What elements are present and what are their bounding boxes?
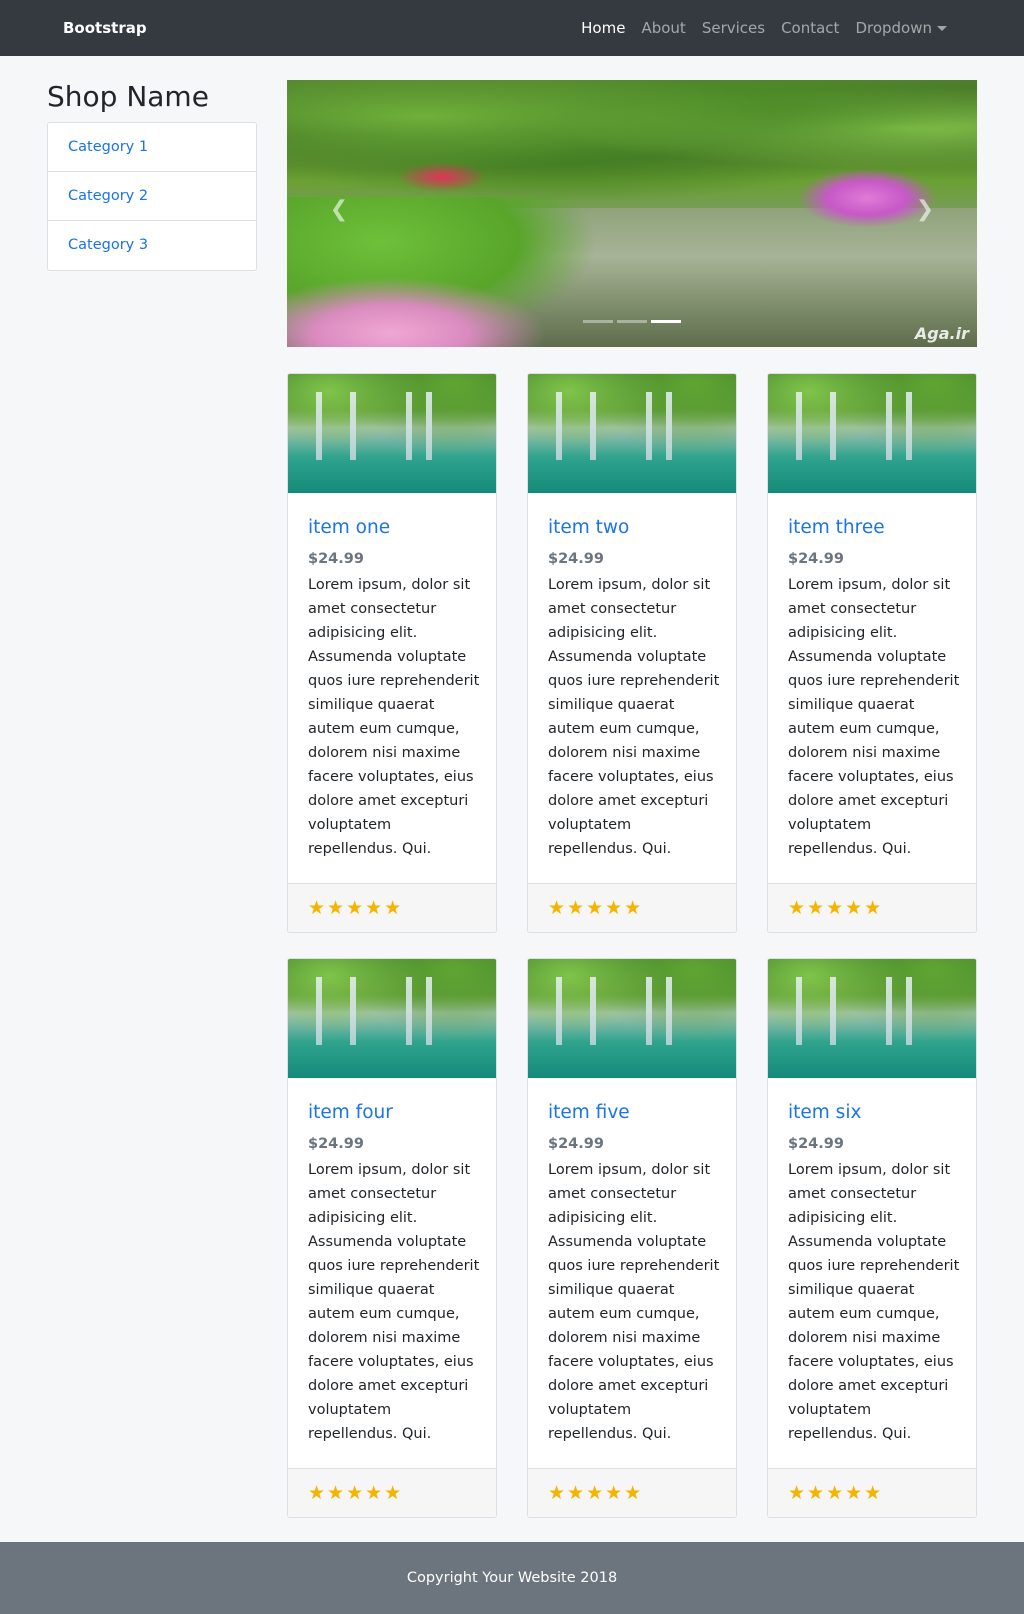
- category-list: Category 1 Category 2 Category 3: [47, 122, 257, 271]
- product-card: item six $24.99 Lorem ipsum, dolor sit a…: [767, 958, 977, 1518]
- card-body: item two $24.99 Lorem ipsum, dolor sit a…: [528, 493, 736, 861]
- waterfall-detail: [316, 392, 322, 460]
- product-title[interactable]: item five: [548, 1102, 716, 1126]
- waterfall-detail: [350, 392, 356, 460]
- waterfall-detail: [906, 392, 912, 460]
- carousel-image-flowers: [397, 162, 487, 192]
- waterfall-detail: [350, 977, 356, 1045]
- card-body: item four $24.99 Lorem ipsum, dolor sit …: [288, 1078, 496, 1446]
- waterfall-detail: [590, 392, 596, 460]
- waterfall-detail: [886, 392, 892, 460]
- category-item-1[interactable]: Category 1: [48, 123, 256, 172]
- waterfall-detail: [426, 392, 432, 460]
- card-footer: ★★★★★: [288, 1468, 496, 1517]
- product-description: Lorem ipsum, dolor sit amet consectetur …: [308, 1162, 480, 1442]
- product-card: item three $24.99 Lorem ipsum, dolor sit…: [767, 373, 977, 933]
- product-price: $24.99: [308, 551, 364, 567]
- waterfall-detail: [666, 977, 672, 1045]
- product-description: Lorem ipsum, dolor sit amet consectetur …: [548, 1162, 720, 1442]
- product-description: Lorem ipsum, dolor sit amet consectetur …: [548, 577, 720, 857]
- waterfall-detail: [556, 392, 562, 460]
- product-title[interactable]: item two: [548, 517, 716, 541]
- product-image[interactable]: [288, 959, 496, 1078]
- navbar-brand[interactable]: Bootstrap: [63, 19, 147, 37]
- waterfall-detail: [590, 977, 596, 1045]
- waterfall-detail: [830, 392, 836, 460]
- carousel-image-flowers: [287, 277, 547, 347]
- waterfall-detail: [906, 977, 912, 1045]
- product-image[interactable]: [528, 374, 736, 493]
- product-price: $24.99: [308, 1136, 364, 1152]
- site-footer: Copyright Your Website 2018: [0, 1542, 1024, 1614]
- product-title[interactable]: item three: [788, 517, 956, 541]
- nav-links: Home About Services Contact Dropdown: [573, 0, 955, 56]
- product-price: $24.99: [788, 551, 844, 567]
- card-footer: ★★★★★: [768, 1468, 976, 1517]
- carousel-indicator-1[interactable]: [583, 320, 613, 323]
- nav-link-about[interactable]: About: [633, 19, 693, 37]
- star-rating: ★★★★★: [788, 1482, 884, 1504]
- card-footer: ★★★★★: [528, 883, 736, 932]
- product-price: $24.99: [548, 1136, 604, 1152]
- waterfall-detail: [796, 977, 802, 1045]
- carousel-indicator-2[interactable]: [617, 320, 647, 323]
- copyright-text: Copyright Your Website 2018: [406, 1570, 618, 1586]
- waterfall-detail: [316, 977, 322, 1045]
- product-description: Lorem ipsum, dolor sit amet consectetur …: [308, 577, 480, 857]
- product-title[interactable]: item four: [308, 1102, 476, 1126]
- product-card: item one $24.99 Lorem ipsum, dolor sit a…: [287, 373, 497, 933]
- product-price: $24.99: [788, 1136, 844, 1152]
- nav-link-services[interactable]: Services: [694, 19, 773, 37]
- product-card: item four $24.99 Lorem ipsum, dolor sit …: [287, 958, 497, 1518]
- card-footer: ★★★★★: [768, 883, 976, 932]
- product-title[interactable]: item one: [308, 517, 476, 541]
- carousel-indicators: [287, 320, 977, 323]
- waterfall-detail: [646, 977, 652, 1045]
- card-footer: ★★★★★: [288, 883, 496, 932]
- star-rating: ★★★★★: [548, 897, 644, 919]
- nav-dropdown-label: Dropdown: [855, 19, 932, 37]
- card-footer: ★★★★★: [528, 1468, 736, 1517]
- card-body: item three $24.99 Lorem ipsum, dolor sit…: [768, 493, 976, 861]
- waterfall-detail: [556, 977, 562, 1045]
- card-body: item five $24.99 Lorem ipsum, dolor sit …: [528, 1078, 736, 1446]
- navbar: Bootstrap Home About Services Contact Dr…: [0, 0, 1024, 56]
- waterfall-detail: [886, 977, 892, 1045]
- chevron-left-icon[interactable]: ❮: [327, 198, 351, 222]
- product-image[interactable]: [768, 959, 976, 1078]
- shop-name: Shop Name: [47, 80, 209, 113]
- product-card: item five $24.99 Lorem ipsum, dolor sit …: [527, 958, 737, 1518]
- carousel-indicator-3[interactable]: [651, 320, 681, 323]
- star-rating: ★★★★★: [308, 1482, 404, 1504]
- product-price: $24.99: [548, 551, 604, 567]
- waterfall-detail: [406, 977, 412, 1045]
- star-rating: ★★★★★: [548, 1482, 644, 1504]
- category-item-3[interactable]: Category 3: [48, 221, 256, 270]
- product-description: Lorem ipsum, dolor sit amet consectetur …: [788, 577, 960, 857]
- card-body: item one $24.99 Lorem ipsum, dolor sit a…: [288, 493, 496, 861]
- product-description: Lorem ipsum, dolor sit amet consectetur …: [788, 1162, 960, 1442]
- carousel: ❮ ❯ Aga.ir: [287, 80, 977, 347]
- card-body: item six $24.99 Lorem ipsum, dolor sit a…: [768, 1078, 976, 1446]
- waterfall-detail: [426, 977, 432, 1045]
- star-rating: ★★★★★: [308, 897, 404, 919]
- waterfall-detail: [830, 977, 836, 1045]
- nav-dropdown-toggle[interactable]: Dropdown: [847, 19, 955, 37]
- nav-link-home[interactable]: Home: [573, 19, 633, 37]
- nav-link-contact[interactable]: Contact: [773, 19, 847, 37]
- waterfall-detail: [646, 392, 652, 460]
- star-rating: ★★★★★: [788, 897, 884, 919]
- chevron-right-icon[interactable]: ❯: [913, 198, 937, 222]
- product-image[interactable]: [528, 959, 736, 1078]
- waterfall-detail: [666, 392, 672, 460]
- product-image[interactable]: [288, 374, 496, 493]
- caret-down-icon: [937, 25, 947, 31]
- carousel-watermark: Aga.ir: [914, 324, 969, 343]
- category-item-2[interactable]: Category 2: [48, 172, 256, 221]
- product-title[interactable]: item six: [788, 1102, 956, 1126]
- waterfall-detail: [406, 392, 412, 460]
- product-card: item two $24.99 Lorem ipsum, dolor sit a…: [527, 373, 737, 933]
- product-image[interactable]: [768, 374, 976, 493]
- waterfall-detail: [796, 392, 802, 460]
